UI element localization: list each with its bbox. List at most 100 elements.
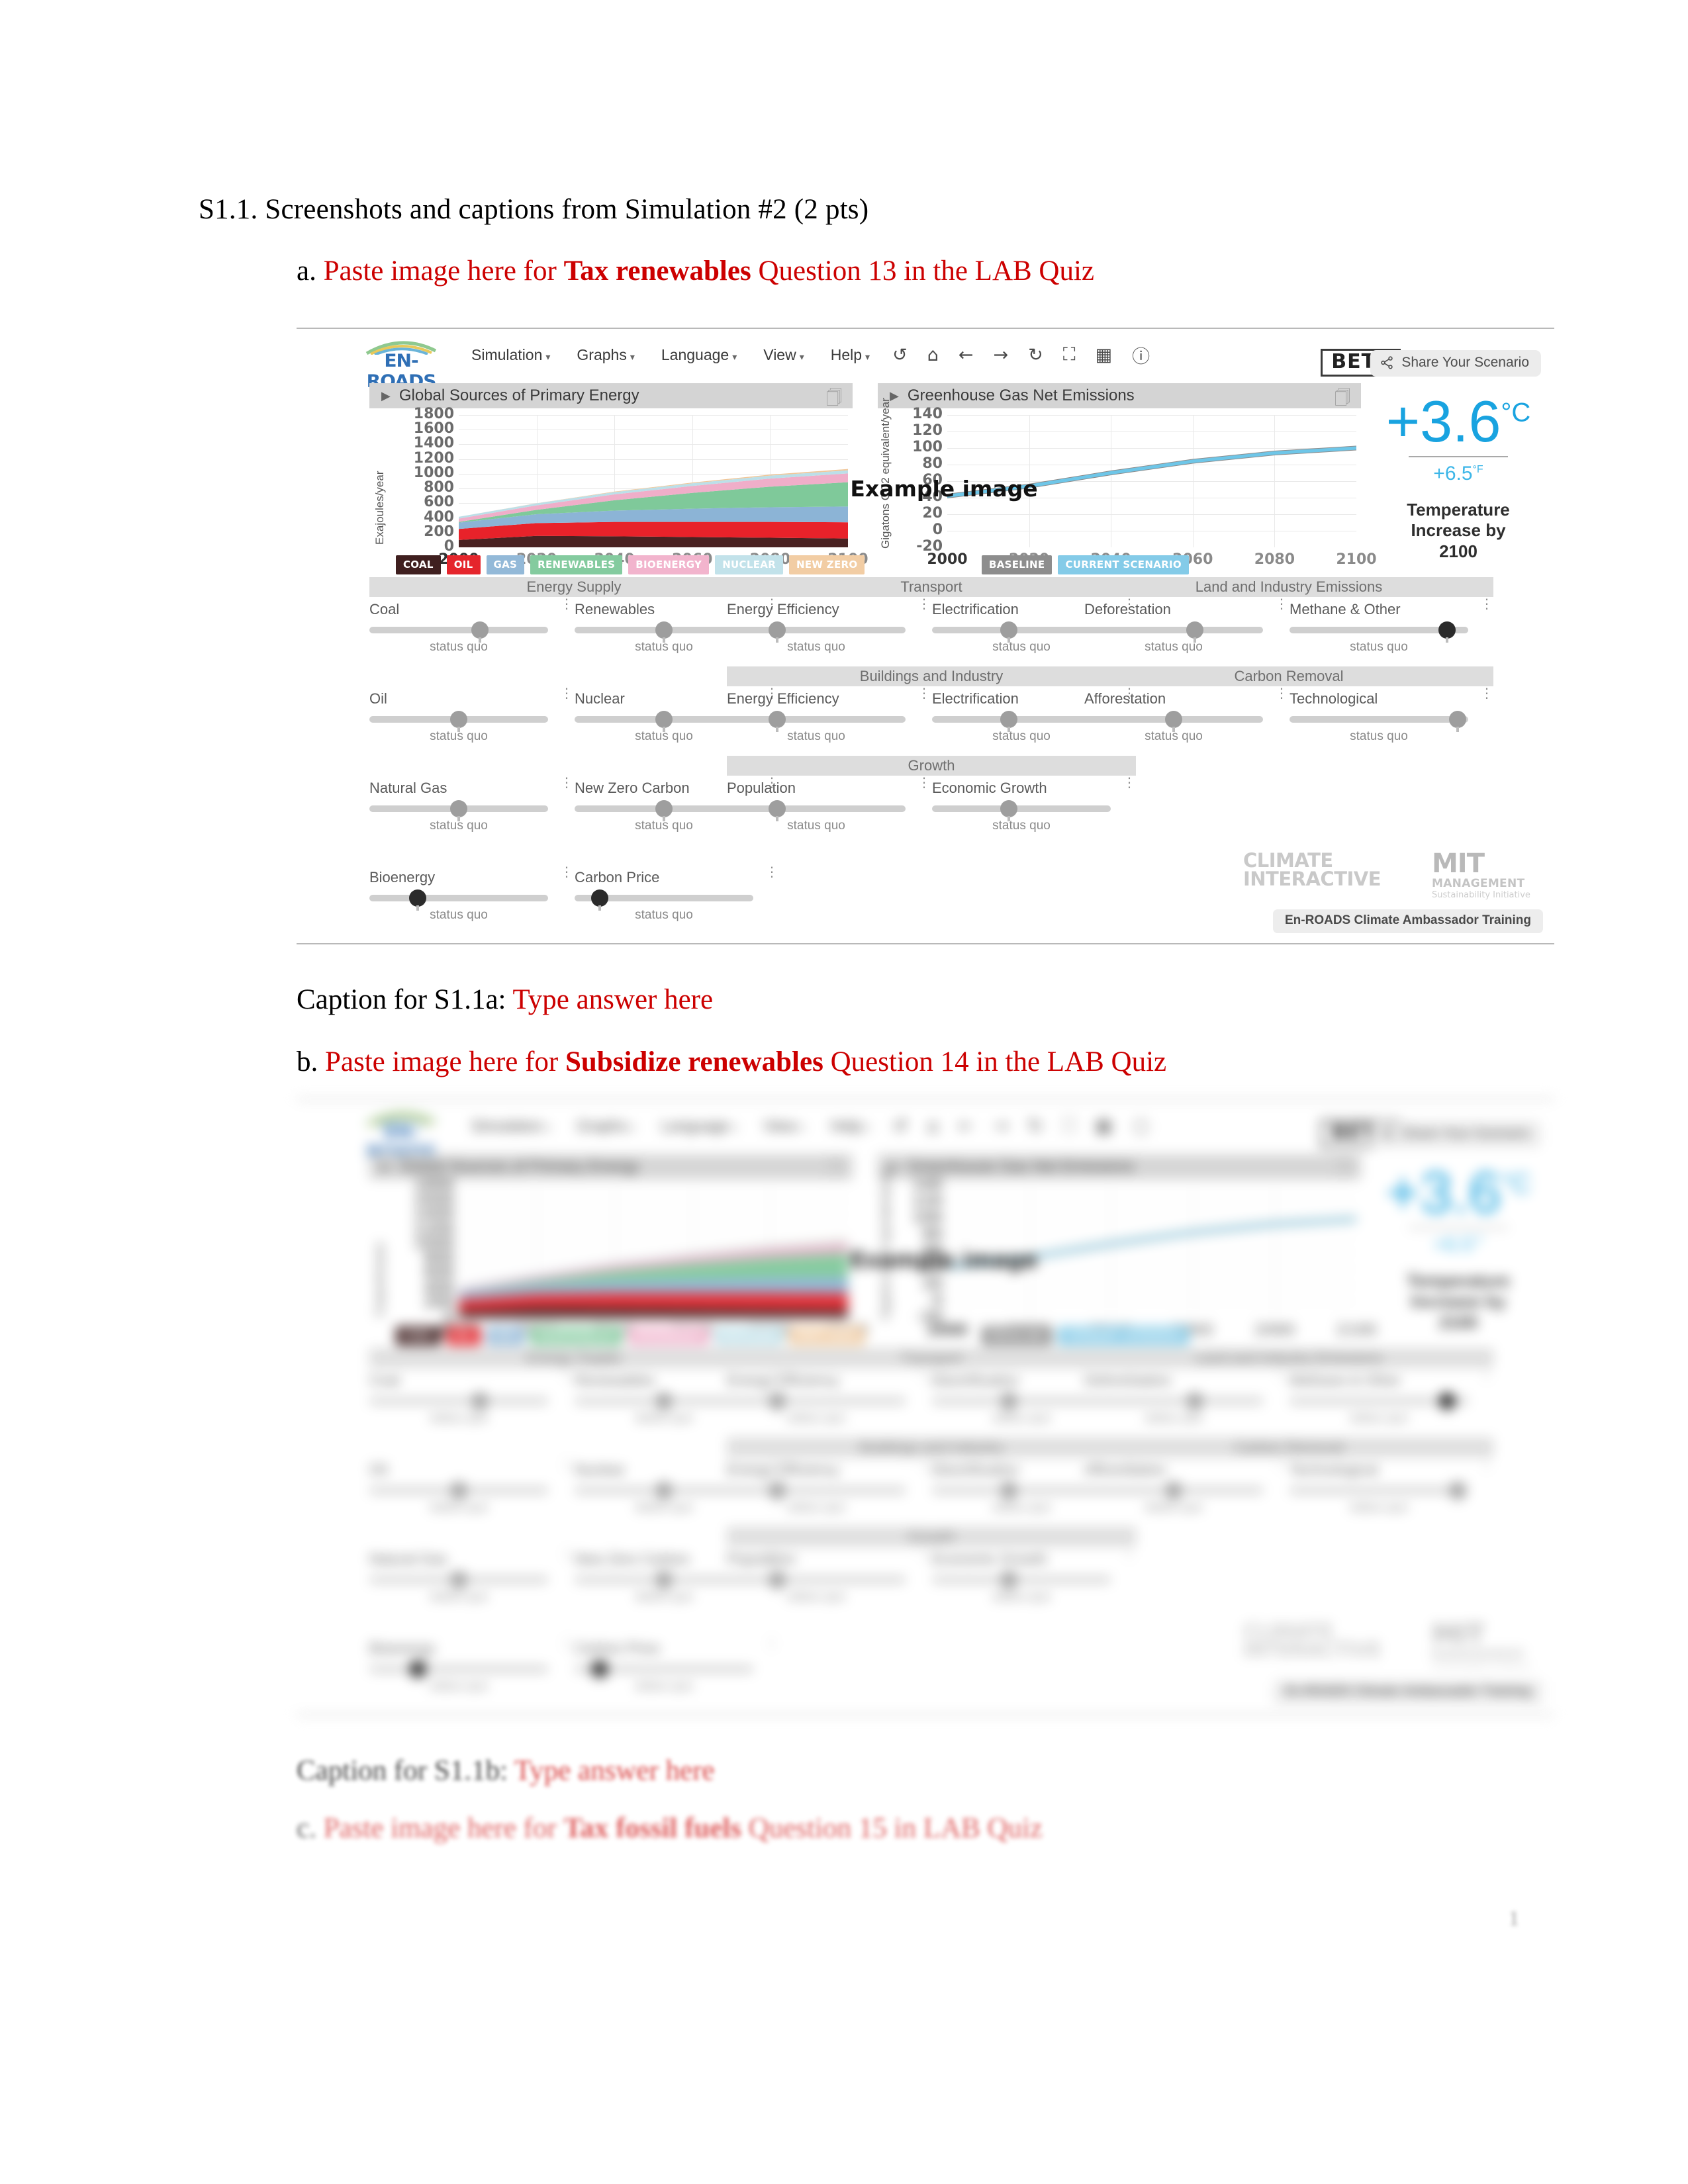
slider-knob-b[interactable] <box>1448 1482 1466 1503</box>
undo-icon[interactable]: ↺ <box>892 345 908 365</box>
kebab-menu-icon-b[interactable]: ⋮ <box>1480 1368 1493 1382</box>
legend-chip-renewables-b[interactable]: RENEWABLES <box>530 1326 623 1345</box>
chart-panel-title-right-b[interactable]: ▶ Greenhouse Gas Net Emissions 🗍 <box>878 1154 1361 1179</box>
slider-knob-b[interactable] <box>1186 1392 1204 1414</box>
slider-carbon-price[interactable]: Carbon Price ⋮ status quo <box>575 865 778 923</box>
kebab-menu-icon[interactable]: ⋮ <box>917 776 931 790</box>
slider-knob-b[interactable] <box>450 1571 467 1592</box>
slider-knob-b[interactable] <box>1000 1392 1018 1414</box>
ambassador-training-button[interactable]: En-ROADS Climate Ambassador Training <box>1273 909 1543 933</box>
slider-knob[interactable] <box>655 621 673 643</box>
slider-energy-efficiency-b[interactable]: Energy Efficiency ⋮ status quo <box>727 1457 931 1515</box>
slider-carbon-price-b[interactable]: Carbon Price ⋮ status quo <box>575 1636 778 1694</box>
grid-icon-b[interactable]: ▦ <box>1096 1116 1113 1136</box>
info-icon-b[interactable]: ⓘ <box>1132 1113 1150 1139</box>
slider-knob[interactable] <box>768 711 786 732</box>
slider-knob[interactable] <box>471 621 489 643</box>
chart-panel-title-right[interactable]: ▶ Greenhouse Gas Net Emissions 🗍 <box>878 383 1361 408</box>
menu-item-language[interactable]: Language ▾ <box>661 346 737 364</box>
kebab-menu-icon[interactable]: ⋮ <box>560 686 573 700</box>
slider-energy-efficiency[interactable]: Energy Efficiency ⋮ status quo <box>727 686 931 744</box>
kebab-menu-icon[interactable]: ⋮ <box>917 597 931 611</box>
kebab-menu-icon-b[interactable]: ⋮ <box>560 1547 573 1561</box>
legend-chip-current-scenario[interactable]: CURRENT SCENARIO <box>1058 555 1189 574</box>
back-arrow-icon-b[interactable]: ← <box>959 1116 974 1136</box>
slider-track[interactable] <box>1084 711 1263 732</box>
slider-energy-efficiency-b[interactable]: Energy Efficiency ⋮ status quo <box>727 1368 931 1426</box>
slider-knob-b[interactable] <box>1000 1571 1018 1592</box>
undo-icon-b[interactable]: ↺ <box>892 1116 908 1136</box>
legend-chip-nuclear-b[interactable]: NUCLEAR <box>715 1326 784 1345</box>
legend-chip-coal-b[interactable]: COAL <box>396 1326 441 1345</box>
kebab-menu-icon-b[interactable]: ⋮ <box>560 1457 573 1471</box>
slider-knob-b[interactable] <box>450 1482 467 1503</box>
kebab-menu-icon-b[interactable]: ⋮ <box>560 1636 573 1650</box>
slider-track-b[interactable] <box>727 1571 906 1592</box>
menu-item-view[interactable]: View ▾ <box>763 346 804 364</box>
slider-natural-gas[interactable]: Natural Gas ⋮ status quo <box>369 776 573 833</box>
legend-chip-oil[interactable]: OIL <box>446 555 481 574</box>
kebab-menu-icon-b[interactable]: ⋮ <box>917 1547 931 1561</box>
kebab-menu-icon[interactable]: ⋮ <box>1275 686 1288 700</box>
slider-technological[interactable]: Technological ⋮ status quo <box>1289 686 1493 744</box>
caption-s11b-answer[interactable]: Type answer here <box>508 1755 715 1786</box>
slider-natural-gas-b[interactable]: Natural Gas ⋮ status quo <box>369 1547 573 1604</box>
slider-track[interactable] <box>1084 621 1263 643</box>
kebab-menu-icon-b[interactable]: ⋮ <box>765 1636 778 1650</box>
slider-track-b[interactable] <box>575 1661 753 1682</box>
legend-chip-gas-b[interactable]: GAS <box>486 1326 525 1345</box>
slider-methane-other-b[interactable]: Methane & Other ⋮ status quo <box>1289 1368 1493 1426</box>
kebab-menu-icon-b[interactable]: ⋮ <box>1275 1457 1288 1471</box>
slider-track[interactable] <box>369 711 548 732</box>
slider-track[interactable] <box>932 800 1111 821</box>
kebab-menu-icon-b[interactable]: ⋮ <box>1123 1547 1136 1561</box>
slider-track[interactable] <box>1289 621 1468 643</box>
fullscreen-icon-b[interactable]: ⛶ <box>1063 1115 1076 1136</box>
legend-chip-gas[interactable]: GAS <box>486 555 525 574</box>
menu-item-view-b[interactable]: View ▾ <box>763 1117 804 1135</box>
legend-chip-oil-b[interactable]: OIL <box>446 1326 481 1345</box>
kebab-menu-icon-b[interactable]: ⋮ <box>560 1368 573 1382</box>
slider-oil[interactable]: Oil ⋮ status quo <box>369 686 573 744</box>
slider-knob-b[interactable] <box>655 1392 673 1414</box>
menu-item-help[interactable]: Help ▾ <box>831 346 870 364</box>
slider-economic-growth-b[interactable]: Economic Growth ⋮ status quo <box>932 1547 1136 1604</box>
slider-deforestation[interactable]: Deforestation ⋮ status quo <box>1084 597 1288 655</box>
slider-knob[interactable] <box>1000 800 1018 821</box>
slider-track-b[interactable] <box>727 1392 906 1414</box>
slider-track-b[interactable] <box>369 1661 548 1682</box>
slider-track[interactable] <box>369 889 548 911</box>
legend-chip-new-zero-b[interactable]: NEW ZERO <box>789 1326 865 1345</box>
share-scenario-button[interactable]: Share Your Scenario <box>1370 350 1541 377</box>
slider-knob[interactable] <box>450 711 467 732</box>
slider-economic-growth[interactable]: Economic Growth ⋮ status quo <box>932 776 1136 833</box>
kebab-menu-icon[interactable]: ⋮ <box>1123 776 1136 790</box>
redo-icon[interactable]: ↻ <box>1028 345 1043 365</box>
kebab-menu-icon[interactable]: ⋮ <box>560 597 573 611</box>
ambassador-training-button-b[interactable]: En-ROADS Climate Ambassador Training <box>1273 1680 1543 1704</box>
slider-knob[interactable] <box>655 711 673 732</box>
slider-track-b[interactable] <box>1289 1392 1468 1414</box>
kebab-menu-icon-b[interactable]: ⋮ <box>917 1368 931 1382</box>
kebab-menu-icon-b[interactable]: ⋮ <box>917 1457 931 1471</box>
slider-knob-b[interactable] <box>768 1482 786 1503</box>
legend-chip-new-zero[interactable]: NEW ZERO <box>789 555 865 574</box>
slider-track[interactable] <box>575 889 753 911</box>
slider-afforestation-b[interactable]: Afforestation ⋮ status quo <box>1084 1457 1288 1515</box>
home-icon[interactable]: ⌂ <box>927 345 939 365</box>
forward-arrow-icon-b[interactable]: → <box>993 1116 1008 1136</box>
slider-knob-b[interactable] <box>408 1661 426 1682</box>
slider-knob-b[interactable] <box>590 1661 608 1682</box>
caption-s11a-answer[interactable]: Type answer here <box>506 984 713 1015</box>
slider-track-b[interactable] <box>727 1482 906 1503</box>
slider-knob[interactable] <box>1438 621 1456 643</box>
forward-arrow-icon[interactable]: → <box>993 345 1008 365</box>
kebab-menu-icon-b[interactable]: ⋮ <box>1480 1457 1493 1471</box>
fullscreen-icon[interactable]: ⛶ <box>1063 344 1076 365</box>
slider-track[interactable] <box>369 800 548 821</box>
legend-chip-bioenergy[interactable]: BIOENERGY <box>628 555 710 574</box>
slider-oil-b[interactable]: Oil ⋮ status quo <box>369 1457 573 1515</box>
grid-icon[interactable]: ▦ <box>1096 345 1113 365</box>
menu-item-simulation-b[interactable]: Simulation ▾ <box>471 1117 550 1135</box>
home-icon-b[interactable]: ⌂ <box>927 1116 939 1136</box>
